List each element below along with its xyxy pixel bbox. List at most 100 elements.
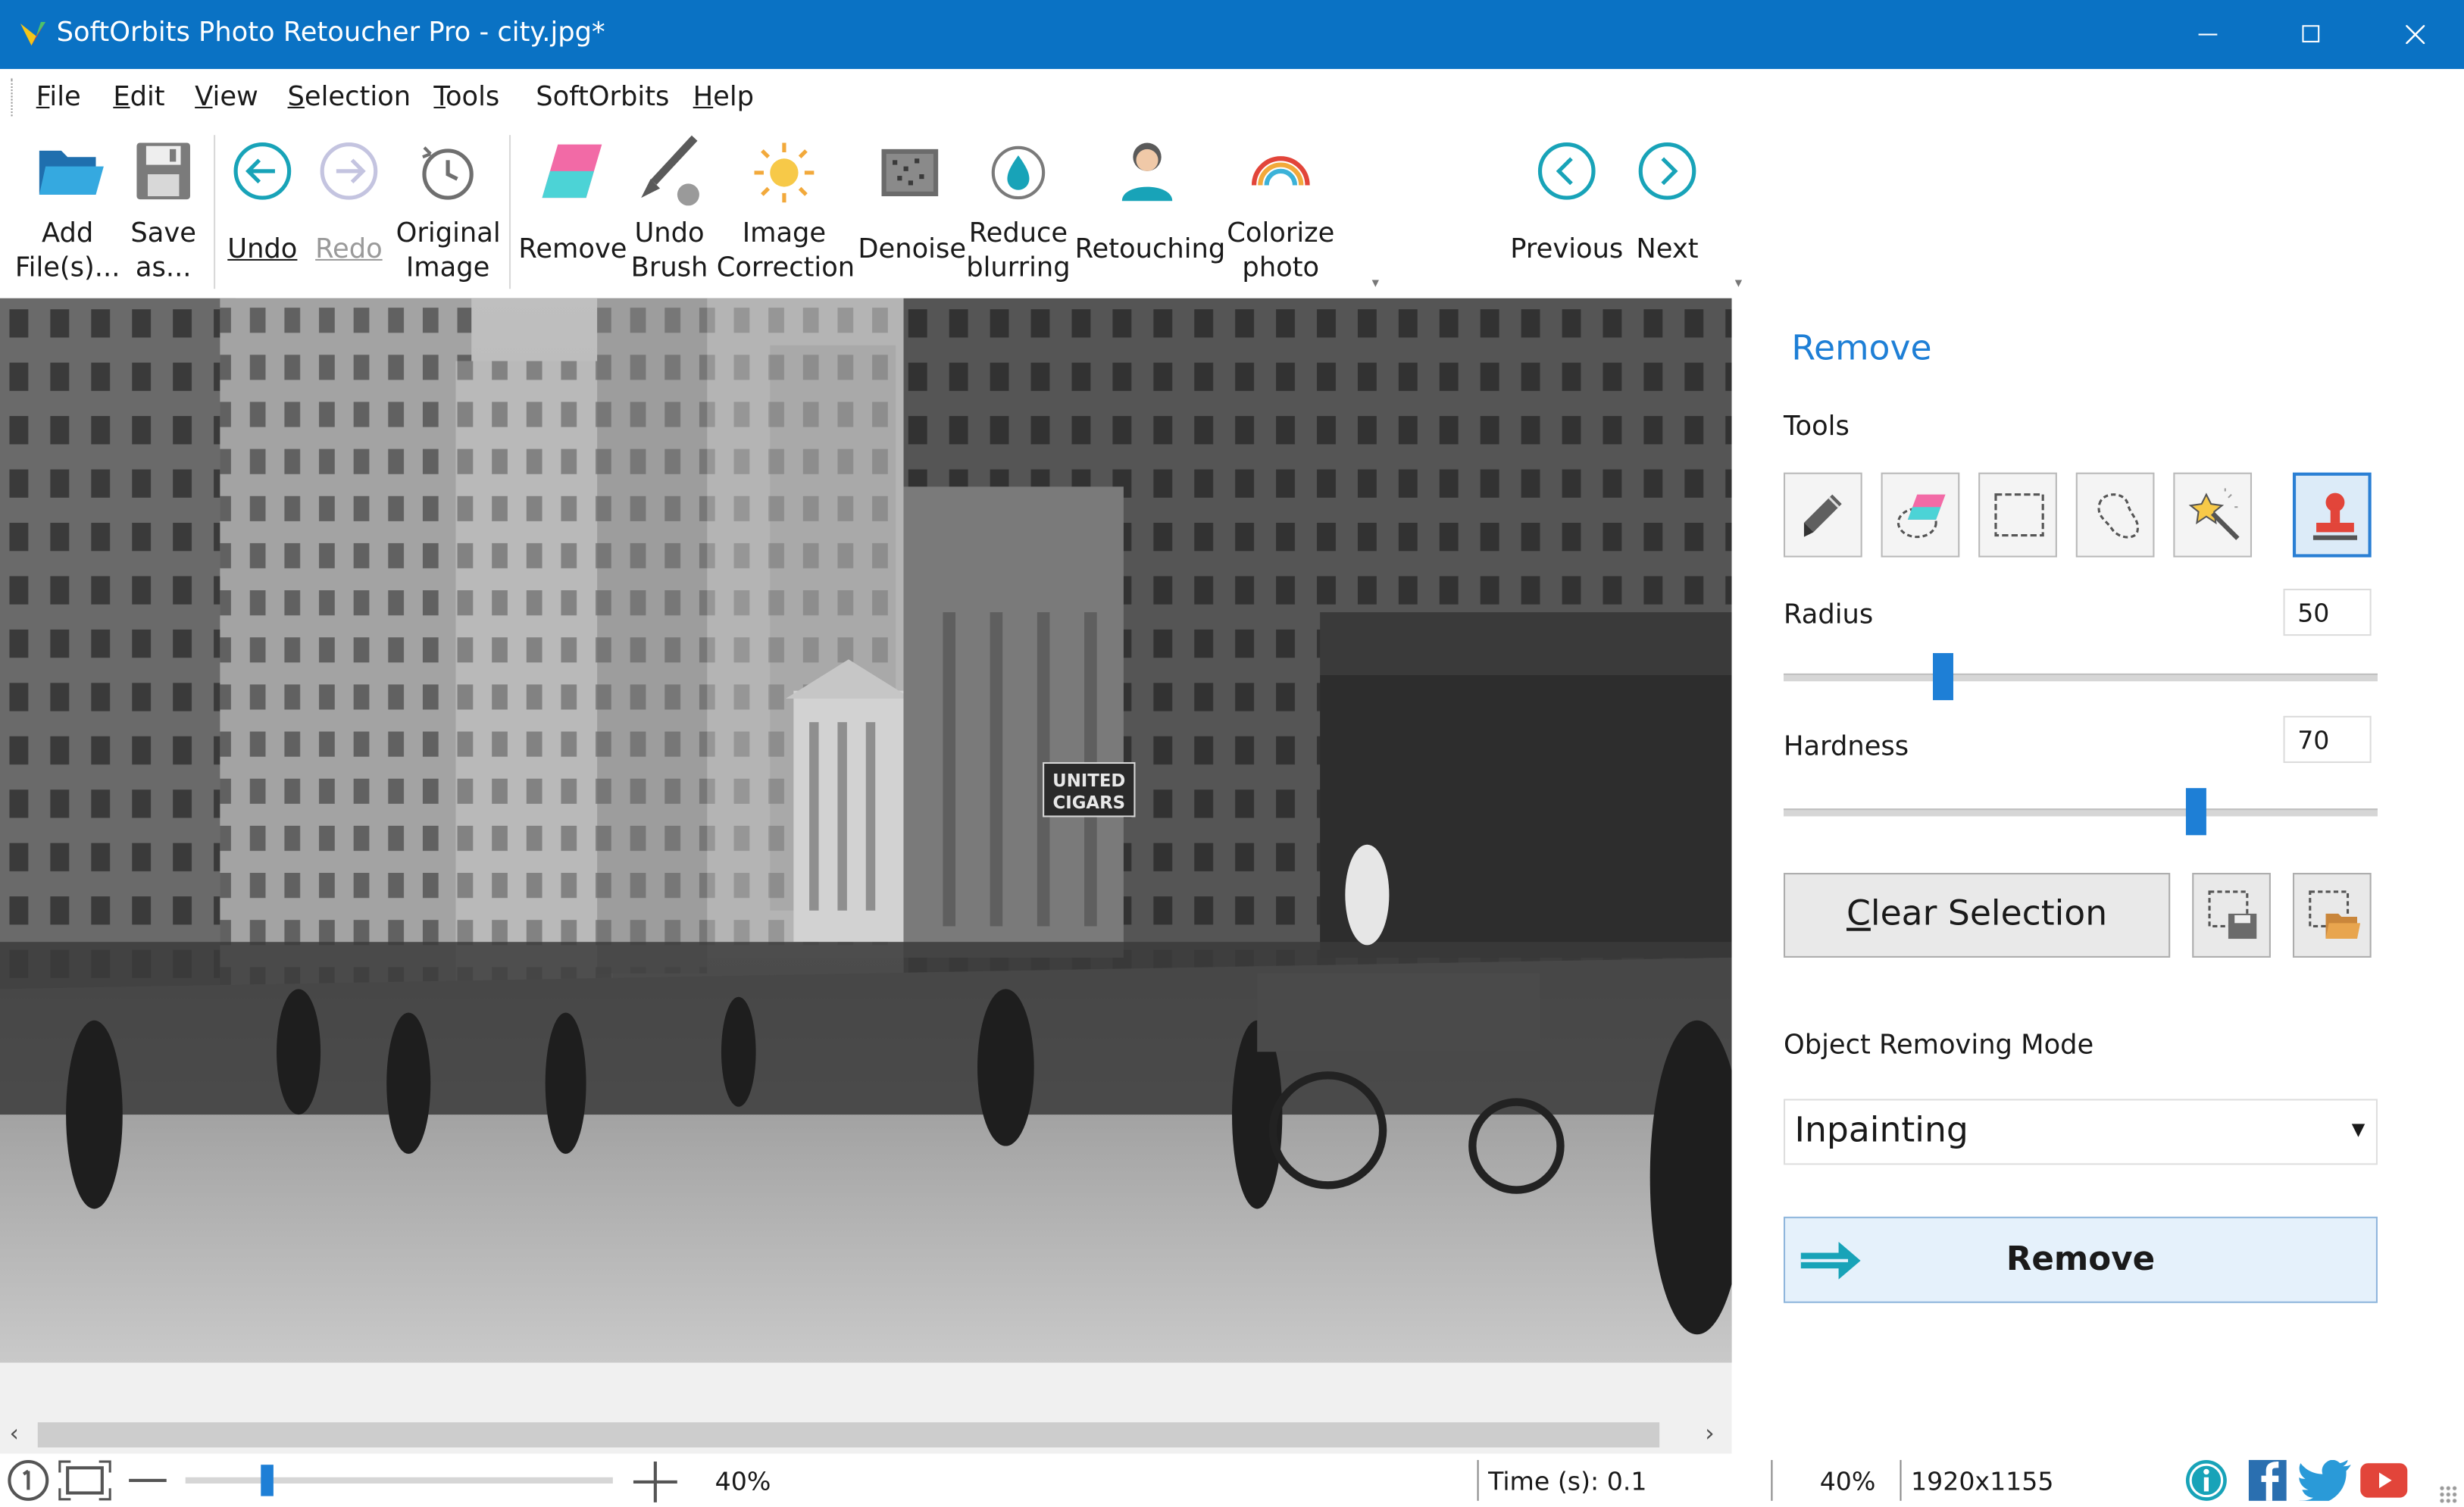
- add-files-button[interactable]: Add File(s)...: [13, 126, 123, 295]
- redo-arrow-icon: [320, 142, 378, 200]
- actual-size-icon[interactable]: [6, 1459, 50, 1502]
- retouching-button[interactable]: Retouching: [1075, 126, 1225, 295]
- chevron-right-icon: [1638, 142, 1696, 200]
- toolbar: Add File(s)... Save as... Undo Redo Orig…: [0, 125, 1754, 299]
- status-separator: [1900, 1459, 1902, 1501]
- clear-selection-button[interactable]: Clear Selection: [1783, 873, 2171, 958]
- hardness-label: Hardness: [1783, 731, 1909, 763]
- save-as-button[interactable]: Save as...: [126, 126, 202, 295]
- menu-help[interactable]: Help: [693, 82, 754, 113]
- remove-tool-label: Remove: [518, 233, 627, 266]
- youtube-icon[interactable]: [2360, 1463, 2408, 1498]
- horizontal-scrollbar[interactable]: ‹ ›: [0, 1415, 1732, 1454]
- tools-label: Tools: [1783, 411, 1850, 443]
- resize-grip[interactable]: [2438, 1485, 2458, 1504]
- magic-wand-icon: [2188, 488, 2240, 540]
- menu-softorbits[interactable]: SoftOrbits: [536, 82, 669, 113]
- denoise-label: Denoise: [858, 233, 967, 266]
- radius-slider-thumb[interactable]: [1932, 652, 1953, 701]
- magic-wand-tool-button[interactable]: [2173, 472, 2253, 558]
- removing-mode-select[interactable]: Inpainting ▼: [1783, 1099, 2378, 1165]
- folder-open-icon: [39, 150, 104, 195]
- scroll-left-icon[interactable]: ‹: [9, 1419, 18, 1447]
- menu-file-rest: ile: [49, 81, 81, 114]
- zoom-out-icon[interactable]: [129, 1466, 167, 1494]
- redo-button[interactable]: Redo: [308, 126, 390, 295]
- reduce-blurring-label: Reduce blurring: [966, 218, 1071, 285]
- twitter-icon[interactable]: [2299, 1459, 2353, 1501]
- menu-selection[interactable]: Selection: [288, 82, 411, 113]
- canvas-background: [0, 1362, 1732, 1416]
- facebook-icon[interactable]: [2247, 1459, 2288, 1502]
- menu-edit-rest: dit: [130, 81, 165, 114]
- menu-file[interactable]: File: [36, 82, 81, 113]
- menu-bar: File Edit View Selection Tools SoftOrbit…: [0, 69, 2464, 126]
- close-button[interactable]: [2363, 0, 2464, 69]
- hardness-input[interactable]: 70: [2283, 715, 2372, 763]
- status-separator: [1477, 1459, 1479, 1501]
- lasso-icon: [2097, 493, 2140, 539]
- remove-button-label: Remove: [2006, 1240, 2156, 1278]
- colorize-photo-button[interactable]: Colorize photo: [1226, 126, 1336, 295]
- status-separator: [1771, 1459, 1773, 1501]
- hardness-slider-thumb[interactable]: [2184, 788, 2206, 836]
- undo-button[interactable]: Undo: [221, 126, 303, 295]
- remove-button[interactable]: Remove: [1783, 1216, 2378, 1303]
- lasso-tool-button[interactable]: [2075, 472, 2155, 558]
- previous-button[interactable]: Previous: [1509, 126, 1624, 295]
- minimize-button[interactable]: [2156, 0, 2260, 69]
- window-title: SoftOrbits Photo Retoucher Pro - city.jp…: [56, 17, 605, 49]
- image-canvas[interactable]: UNITED CIGARS: [0, 298, 1732, 1363]
- reduce-blurring-button[interactable]: Reduce blurring: [965, 126, 1071, 295]
- denoise-button[interactable]: Denoise: [858, 126, 967, 295]
- save-icon: [136, 142, 190, 200]
- menu-help-rest: elp: [713, 81, 755, 114]
- info-icon[interactable]: [2184, 1459, 2228, 1502]
- stamp-icon: [2312, 492, 2357, 540]
- scroll-right-icon[interactable]: ›: [1705, 1419, 1714, 1447]
- zoom-in-icon[interactable]: [633, 1460, 677, 1504]
- undo-arrow-icon: [233, 142, 292, 200]
- save-as-label: Save as...: [130, 218, 196, 285]
- zoom-slider-value: 40%: [714, 1466, 771, 1496]
- title-bar[interactable]: SoftOrbits Photo Retoucher Pro - city.jp…: [0, 0, 2464, 70]
- save-selection-icon: [2208, 890, 2257, 940]
- undo-brush-label: Undo Brush: [630, 218, 708, 285]
- eraser-icon: [542, 144, 602, 199]
- undo-label: Undo: [227, 233, 298, 266]
- original-image-button[interactable]: Original Image: [396, 126, 501, 295]
- person-icon: [1121, 142, 1173, 202]
- image-correction-button[interactable]: Image Correction: [717, 126, 855, 295]
- remove-tool-button[interactable]: Remove: [518, 126, 627, 295]
- brush-undo-icon: [641, 135, 699, 206]
- menu-edit[interactable]: Edit: [113, 82, 164, 113]
- radius-input[interactable]: 50: [2283, 589, 2372, 636]
- menu-tools[interactable]: Tools: [433, 82, 499, 113]
- menu-view-rest: iew: [212, 81, 258, 114]
- fit-to-window-icon[interactable]: [58, 1460, 112, 1501]
- hardness-slider[interactable]: [1783, 788, 2378, 836]
- zoom-slider-thumb[interactable]: [260, 1465, 273, 1496]
- undo-brush-button[interactable]: Undo Brush: [629, 126, 711, 295]
- radius-label: Radius: [1783, 599, 1874, 631]
- stamp-tool-button[interactable]: [2292, 472, 2372, 558]
- scrollbar-thumb[interactable]: [37, 1422, 1660, 1448]
- radius-slider[interactable]: [1783, 652, 2378, 701]
- sign-text-line1: UNITED: [1052, 771, 1125, 791]
- maximize-button[interactable]: [2259, 0, 2363, 69]
- denoise-icon: [881, 149, 939, 196]
- pencil-tool-button[interactable]: [1783, 472, 1862, 558]
- next-button[interactable]: Next: [1628, 126, 1707, 295]
- clock-restore-icon: [422, 146, 474, 200]
- menu-view[interactable]: View: [195, 82, 258, 113]
- load-selection-button[interactable]: [2292, 873, 2372, 958]
- rectangle-select-icon: [1994, 493, 2044, 537]
- toolbar-overflow-icon[interactable]: ▾: [1372, 277, 1379, 292]
- panel-title: Remove: [1791, 330, 1932, 369]
- toolbar-overflow-icon-2[interactable]: ▾: [1735, 277, 1742, 292]
- original-image-label: Original Image: [396, 218, 501, 285]
- zoom-slider[interactable]: [185, 1465, 613, 1496]
- eraser-selection-tool-button[interactable]: [1881, 472, 1960, 558]
- save-selection-button[interactable]: [2192, 873, 2271, 958]
- rectangle-select-tool-button[interactable]: [1978, 472, 2057, 558]
